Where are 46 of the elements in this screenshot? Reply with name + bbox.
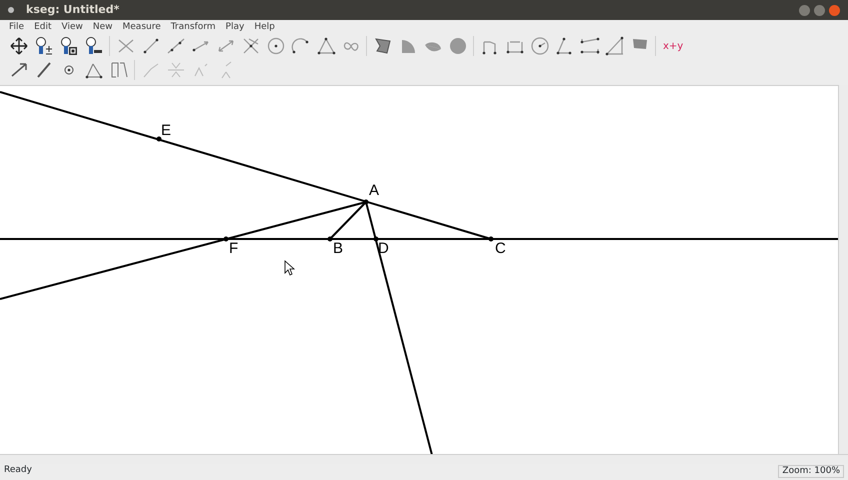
point-label: A <box>369 182 380 199</box>
status-message: Ready <box>4 464 32 478</box>
point-label: D <box>378 240 389 257</box>
menu-item[interactable]: Measure <box>118 20 166 34</box>
menu-item[interactable]: Play <box>220 20 250 34</box>
point-label: F <box>229 240 238 257</box>
point-label: E <box>161 122 172 139</box>
zoom-fit-icon <box>58 36 78 56</box>
point-label: C <box>495 240 506 257</box>
window-title: kseg: Untitled* <box>26 2 120 18</box>
zoom-in-icon <box>34 36 54 56</box>
menu-item[interactable]: Edit <box>29 20 56 34</box>
perpendicular-icon <box>240 36 260 56</box>
circle-icon <box>266 36 286 56</box>
menu-item[interactable]: View <box>56 20 88 34</box>
maximize-button[interactable] <box>814 4 825 16</box>
point[interactable] <box>364 200 368 204</box>
point-label: B <box>333 240 344 257</box>
radius-icon <box>530 36 550 56</box>
polygon-icon <box>372 36 392 56</box>
segment-icon <box>140 36 160 56</box>
close-button[interactable] <box>829 4 840 16</box>
point[interactable] <box>328 236 332 242</box>
menu-item[interactable]: File <box>4 20 30 34</box>
menu-item[interactable]: New <box>88 20 118 34</box>
translate-icon <box>108 60 128 80</box>
point[interactable] <box>488 236 494 242</box>
angle-measure-icon <box>554 36 574 56</box>
zoom-level: Zoom: 100% <box>778 464 844 478</box>
slope-icon <box>604 36 624 56</box>
arc-icon <box>290 36 310 56</box>
app-icon <box>8 7 14 13</box>
mouse-pointer-icon <box>284 260 296 276</box>
menu-item[interactable]: Transform <box>166 20 221 34</box>
minimize-button[interactable] <box>799 4 810 16</box>
point[interactable] <box>374 236 378 242</box>
angle-bisector-icon <box>316 36 336 56</box>
point[interactable] <box>156 136 162 142</box>
reflect-icon <box>166 60 186 80</box>
point[interactable] <box>224 236 228 242</box>
zoom-reset-icon <box>84 36 104 56</box>
calculator-button[interactable]: x+y <box>659 38 688 54</box>
line-icon <box>166 36 186 56</box>
filled-circle-icon <box>448 36 468 56</box>
move-icon <box>8 36 28 56</box>
menu-item[interactable]: Help <box>249 20 280 34</box>
